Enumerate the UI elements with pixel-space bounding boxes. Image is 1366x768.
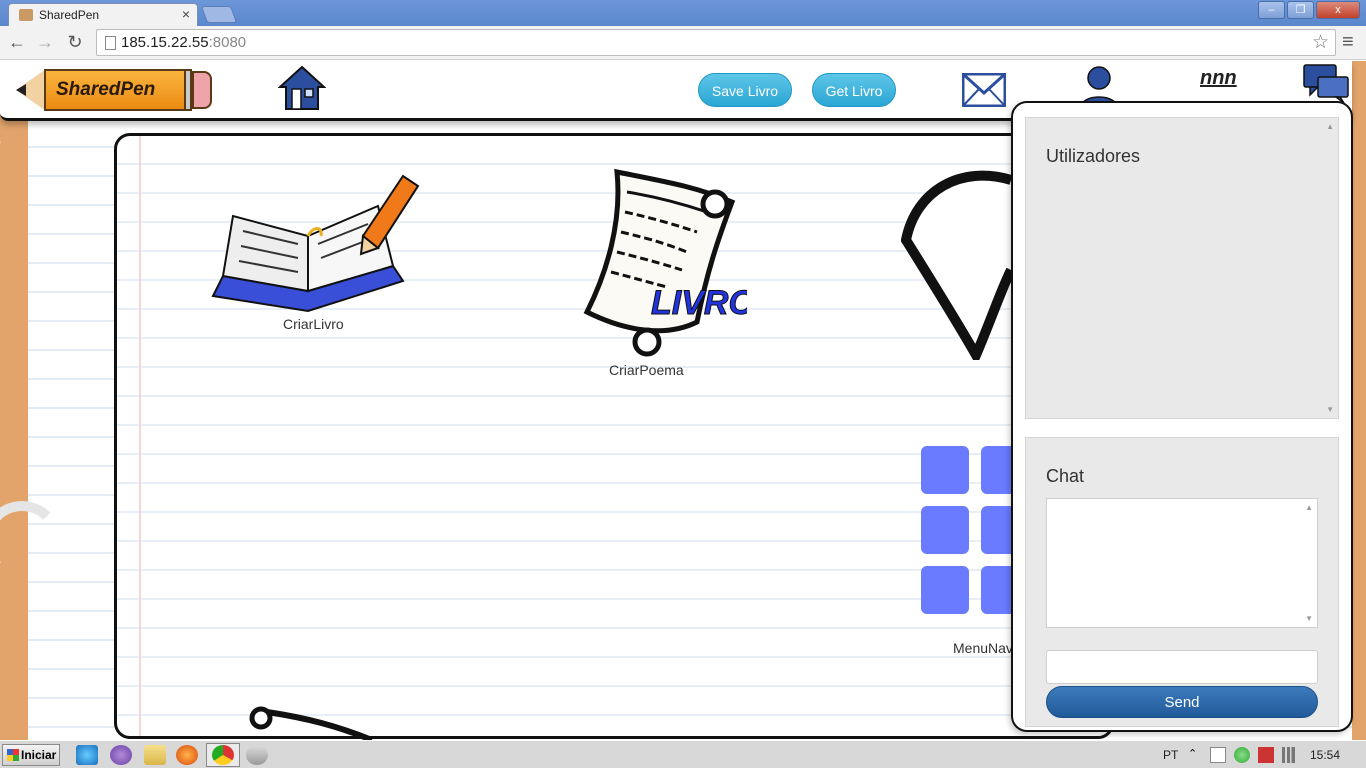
mail-icon[interactable] xyxy=(962,73,1006,107)
page-icon xyxy=(105,36,116,50)
chat-title: Chat xyxy=(1046,466,1085,486)
wood-border-left xyxy=(0,61,28,740)
criar-poema-label: CriarPoema xyxy=(609,362,684,378)
folder-icon[interactable] xyxy=(144,745,166,765)
power-icon[interactable] xyxy=(1258,747,1274,763)
open-book-pencil-icon xyxy=(211,174,420,313)
users-title: Utilizadores xyxy=(1046,146,1141,166)
url-port: :8080 xyxy=(208,34,247,51)
logo-text: SharedPen xyxy=(56,79,156,100)
close-window-button[interactable]: x xyxy=(1316,1,1360,19)
get-livro-button[interactable]: Get Livro xyxy=(812,73,896,107)
chrome-taskbar-button[interactable] xyxy=(206,743,240,767)
bookmark-star-icon[interactable]: ☆ xyxy=(1312,31,1329,54)
criar-livro-tile[interactable]: CriarLivro xyxy=(203,166,433,361)
wood-border-right xyxy=(1352,61,1366,740)
grid-cell xyxy=(921,446,969,494)
menu-nav-label: MenuNav xyxy=(953,640,1013,656)
scroll-livro-icon: LIVRO xyxy=(583,168,747,357)
internet-explorer-icon[interactable] xyxy=(76,745,98,765)
firefox-icon[interactable] xyxy=(176,745,198,765)
close-tab-icon[interactable]: × xyxy=(182,6,190,22)
main-board: CriarLivro LIVRO CriarPoema MenuNav xyxy=(114,133,1114,740)
chat-panel: Utilizadores ▲ ▼ Chat ▲ ▼ Send xyxy=(1011,101,1353,732)
forward-button[interactable]: → xyxy=(34,31,56,53)
criar-poema-tile[interactable]: LIVRO CriarPoema xyxy=(547,162,747,382)
antivirus-icon[interactable] xyxy=(1234,747,1250,763)
home-icon[interactable] xyxy=(278,65,326,111)
heart-outline-icon[interactable] xyxy=(901,170,1011,360)
window-controls: – ❐ x xyxy=(1258,1,1360,19)
binder-ring xyxy=(0,501,62,581)
criar-livro-label: CriarLivro xyxy=(283,316,344,332)
username-link[interactable]: nnn xyxy=(1200,67,1237,90)
scroll-livro-text: LIVRO xyxy=(651,284,747,322)
chrome-icon xyxy=(212,745,234,765)
sharedpen-logo[interactable]: SharedPen xyxy=(16,67,214,115)
os-taskbar: Iniciar PT ⌃ 15:54 xyxy=(0,740,1366,768)
chat-section: Chat ▲ ▼ Send xyxy=(1025,437,1339,727)
chat-icon[interactable] xyxy=(1302,63,1350,105)
reload-button[interactable]: ↻ xyxy=(64,31,86,53)
windows-flag-icon xyxy=(7,749,19,761)
pencil-eraser xyxy=(192,71,212,109)
app-icon[interactable] xyxy=(246,745,268,765)
users-list[interactable]: Utilizadores ▲ ▼ xyxy=(1025,117,1339,419)
minimize-button[interactable]: – xyxy=(1258,1,1285,19)
scroll-up-arrow-icon[interactable]: ▲ xyxy=(1305,503,1313,512)
signal-icon[interactable] xyxy=(1282,747,1298,763)
tab-title: SharedPen xyxy=(39,8,100,22)
grid-cell xyxy=(921,506,969,554)
url-host: 185.15.22.55 xyxy=(121,34,209,51)
address-bar[interactable]: 185.15.22.55:8080 ☆ xyxy=(96,29,1336,56)
viber-icon[interactable] xyxy=(110,745,132,765)
browser-toolbar: ← → ↻ 185.15.22.55:8080 ☆ ≡ xyxy=(0,26,1366,60)
new-tab-button[interactable] xyxy=(200,6,238,23)
scroll-down-arrow-icon[interactable]: ▼ xyxy=(1326,405,1334,414)
send-button[interactable]: Send xyxy=(1046,686,1318,718)
chat-message-input[interactable] xyxy=(1046,650,1318,684)
scroll-up-arrow-icon[interactable]: ▲ xyxy=(1326,122,1334,131)
language-indicator[interactable]: PT xyxy=(1163,748,1178,762)
browser-titlebar: SharedPen × – ❐ x xyxy=(0,0,1366,26)
browser-menu-icon[interactable]: ≡ xyxy=(1342,31,1354,54)
pencil-lead xyxy=(16,84,26,96)
grid-cell xyxy=(921,566,969,614)
network-alert-icon[interactable] xyxy=(1210,747,1226,763)
browser-tab[interactable]: SharedPen × xyxy=(8,3,198,26)
back-button[interactable]: ← xyxy=(6,31,28,53)
chat-messages-area[interactable]: ▲ ▼ xyxy=(1046,498,1318,628)
scroll-down-arrow-icon[interactable]: ▼ xyxy=(1305,614,1313,623)
clock[interactable]: 15:54 xyxy=(1310,748,1340,762)
pencil-band xyxy=(184,69,192,111)
restore-button[interactable]: ❐ xyxy=(1287,1,1314,19)
partial-scroll-icon xyxy=(249,706,374,740)
save-livro-button[interactable]: Save Livro xyxy=(698,73,792,107)
start-label: Iniciar xyxy=(21,748,57,762)
tray-expand-icon[interactable]: ⌃ xyxy=(1188,747,1204,763)
favicon-icon xyxy=(19,9,33,21)
start-button[interactable]: Iniciar xyxy=(2,744,60,766)
url-text[interactable]: 185.15.22.55:8080 xyxy=(121,34,246,51)
